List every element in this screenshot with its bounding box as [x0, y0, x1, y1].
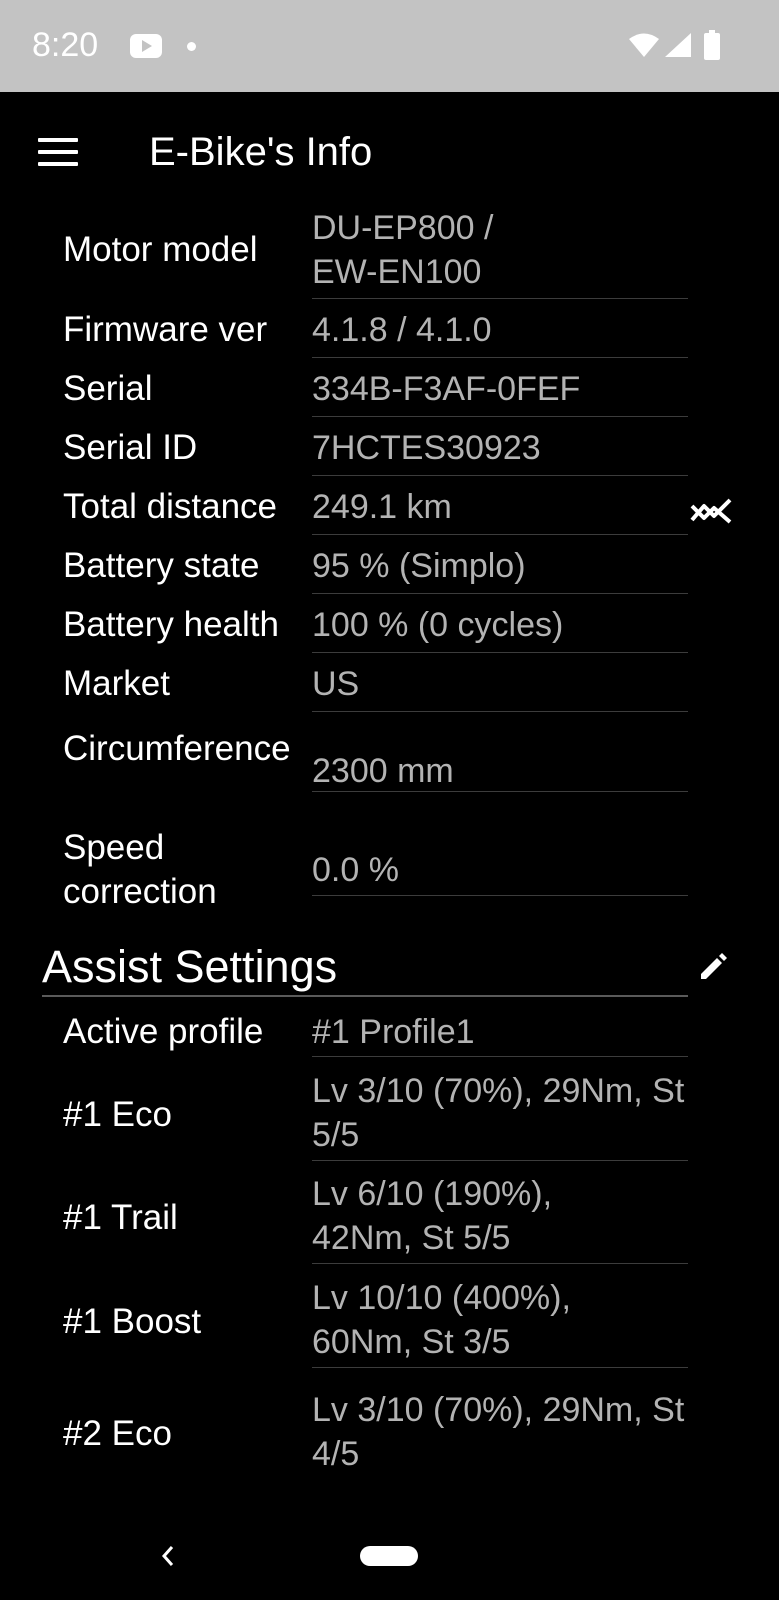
- info-value: 334B-F3AF-0FEF: [312, 370, 581, 408]
- info-value: US: [312, 665, 360, 703]
- info-label: Battery state: [63, 546, 260, 585]
- wifi-icon: [629, 33, 659, 57]
- divider: [312, 298, 688, 299]
- assist-value: Lv 10/10 (400%), 60Nm, St 3/5: [312, 1279, 571, 1361]
- info-value: 0.0 %: [312, 851, 399, 889]
- info-label: Circumference: [63, 729, 291, 768]
- divider: [312, 652, 688, 653]
- info-value: 7HCTES30923: [312, 429, 541, 467]
- info-value: 2300 mm: [312, 752, 454, 790]
- divider: [312, 416, 688, 417]
- divider: [312, 357, 688, 358]
- info-label: Total distance: [63, 487, 278, 526]
- info-value: 95 % (Simplo): [312, 547, 526, 585]
- info-label: Serial ID: [63, 428, 198, 467]
- divider: [312, 791, 688, 792]
- divider: [312, 711, 688, 712]
- info-value: 100 % (0 cycles): [312, 606, 564, 644]
- divider: [312, 475, 688, 476]
- info-label: Motor model: [63, 230, 258, 269]
- assist-value: Lv 3/10 (70%), 29Nm, St 4/5: [312, 1392, 685, 1468]
- pencil-icon[interactable]: [698, 952, 728, 982]
- info-label: Serial: [63, 369, 153, 408]
- assist-label: Active profile: [63, 1012, 264, 1051]
- notification-dot-icon: [187, 42, 196, 51]
- signal-icon: [665, 33, 691, 57]
- divider: [312, 593, 688, 594]
- info-label: Battery health: [63, 605, 279, 644]
- divider: [312, 895, 688, 896]
- divider: [312, 1056, 688, 1057]
- hamburger-menu-icon[interactable]: [38, 138, 78, 166]
- home-pill-icon[interactable]: [360, 1546, 418, 1566]
- assist-label: #1 Eco: [63, 1095, 172, 1134]
- info-value: 4.1.8 / 4.1.0: [312, 311, 492, 349]
- divider: [312, 1160, 688, 1161]
- divider: [312, 1367, 688, 1368]
- divider: [312, 534, 688, 535]
- assist-value: #1 Profile1: [312, 1013, 475, 1051]
- back-icon[interactable]: [160, 1544, 176, 1568]
- divider: [312, 1263, 688, 1264]
- trending-chart-icon[interactable]: [690, 496, 734, 526]
- info-label: Speed correction: [63, 828, 217, 911]
- app-bar: [0, 92, 779, 210]
- assist-settings-title: Assist Settings: [42, 941, 338, 992]
- status-bar: 8:20: [0, 0, 779, 92]
- info-value: 249.1 km: [312, 488, 452, 526]
- info-label: Firmware ver: [63, 310, 268, 349]
- assist-label: #2 Eco: [63, 1414, 172, 1453]
- status-time: 8:20: [32, 26, 99, 64]
- battery-icon: [704, 30, 720, 60]
- assist-label: #1 Boost: [63, 1302, 202, 1341]
- youtube-icon: [130, 34, 162, 58]
- assist-row-eco-2: #2 Eco Lv 3/10 (70%), 29Nm, St 4/5: [0, 1392, 779, 1468]
- info-label: Market: [63, 664, 170, 703]
- assist-value: Lv 3/10 (70%), 29Nm, St 5/5: [312, 1072, 685, 1154]
- assist-label: #1 Trail: [63, 1198, 178, 1237]
- section-divider: [42, 995, 688, 997]
- system-nav-bar: [0, 1468, 779, 1600]
- page-title: E-Bike's Info: [149, 130, 373, 174]
- assist-value: Lv 6/10 (190%), 42Nm, St 5/5: [312, 1175, 553, 1257]
- info-value: DU-EP800 / EW-EN100: [312, 209, 494, 291]
